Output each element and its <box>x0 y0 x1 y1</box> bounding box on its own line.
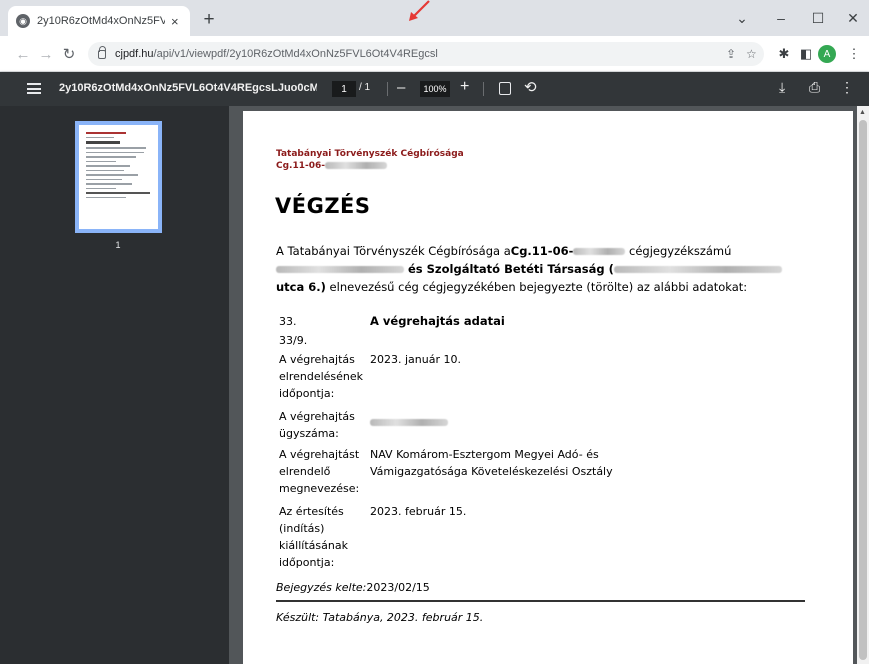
court-header: Tatabányai Törvényszék Cégbírósága Cg.11… <box>276 148 464 172</box>
url-path: /api/v1/viewpdf/2y10R6zOtMd4xOnNz5FVL6Ot… <box>153 48 438 60</box>
redacted-block <box>613 266 782 273</box>
redacted-block <box>573 248 626 255</box>
row-value: 2023. január 10. <box>370 353 461 366</box>
pdf-more-icon[interactable]: ⋮ <box>840 79 854 96</box>
url-host: cjpdf.hu <box>115 48 154 60</box>
made-at: Készült: Tatabánya, 2023. február 15. <box>276 611 484 624</box>
maximize-button[interactable]: ☐ <box>803 8 833 28</box>
toolbar-divider <box>387 82 388 96</box>
sidebar-toggle-icon[interactable] <box>27 83 41 94</box>
tab-title: 2y10R6zOtMd4xOnNz5FVL6Ot4V <box>37 15 165 27</box>
zoom-out-button[interactable]: – <box>397 79 405 96</box>
intro-part1: A Tatabányai Törvényszék Cégbírósága a <box>276 244 511 258</box>
sidepanel-icon[interactable]: ◧ <box>796 44 816 64</box>
zoom-in-button[interactable]: + <box>460 78 469 96</box>
entry-date-label: Bejegyzés kelte: <box>276 581 367 594</box>
back-icon[interactable]: ← <box>12 44 34 64</box>
red-arrow-annotation-icon <box>409 0 430 21</box>
redacted-block <box>325 162 387 169</box>
rotate-icon[interactable]: ⟲ <box>524 78 537 96</box>
address-bar[interactable]: cjpdf.hu/api/v1/viewpdf/2y10R6zOtMd4xOnN… <box>88 42 764 66</box>
scrollbar-thumb[interactable] <box>859 120 867 660</box>
intro-paragraph: A Tatabányai Törvényszék Cégbírósága aCg… <box>276 242 806 296</box>
pdf-title: 2y10R6zOtMd4xOnNz5FVL6Ot4V4REgcsLJuo0cME… <box>59 82 317 94</box>
viewer-scrollbar[interactable]: ▲ <box>857 106 869 664</box>
row-label: A végrehajtás ügyszáma: <box>279 410 355 440</box>
section-number: 33. <box>279 315 297 328</box>
row-value: NAV Komárom-Esztergom Megyei Adó- és Vám… <box>370 448 613 478</box>
print-icon[interactable]: ⎙ <box>809 79 820 96</box>
star-icon[interactable]: ☆ <box>746 47 757 61</box>
page-number-input[interactable]: 1 <box>332 81 356 97</box>
redacted-block <box>276 266 404 273</box>
redacted-block <box>370 418 448 426</box>
entry-date-value: 2023/02/15 <box>366 581 430 594</box>
case-number-prefix: Cg.11-06- <box>276 161 325 171</box>
forward-icon[interactable]: → <box>35 44 57 64</box>
tab-search-icon[interactable]: ⌄ <box>727 8 757 28</box>
globe-icon: ◉ <box>16 14 30 28</box>
page-count: / 1 <box>359 82 371 93</box>
row-value-redacted <box>370 413 448 430</box>
browser-toolbar: ← → ↻ cjpdf.hu/api/v1/viewpdf/2y10R6zOtM… <box>0 36 869 72</box>
tab-close-icon[interactable]: × <box>171 14 179 29</box>
tab-strip: ◉ 2y10R6zOtMd4xOnNz5FVL6Ot4V × + ⌄ – ☐ ✕ <box>0 0 869 36</box>
profile-avatar[interactable]: A <box>818 45 836 63</box>
thumbnail-sidebar: 1 <box>0 106 229 664</box>
zoom-input[interactable]: 100% <box>420 81 450 97</box>
browser-tab[interactable]: ◉ 2y10R6zOtMd4xOnNz5FVL6Ot4V × <box>8 6 190 36</box>
reload-icon[interactable]: ↻ <box>58 44 80 64</box>
section-title: A végrehajtás adatai <box>370 314 505 328</box>
browser-window: ◉ 2y10R6zOtMd4xOnNz5FVL6Ot4V × + ⌄ – ☐ ✕… <box>0 0 869 664</box>
thumbnail-page-label: 1 <box>115 240 121 250</box>
browser-menu-icon[interactable]: ⋮ <box>844 44 864 64</box>
entry-date: Bejegyzés kelte:2023/02/15 <box>276 579 430 596</box>
intro-address-end: utca 6.) <box>276 280 326 294</box>
intro-part2: cégjegyzékszámú <box>625 244 732 258</box>
row-label: Az értesítés (indítás) kiállításának idő… <box>279 505 348 569</box>
download-icon[interactable]: ⤓ <box>779 79 785 96</box>
case-number: Cg.11-06- <box>276 160 464 172</box>
fit-page-icon[interactable] <box>499 82 511 95</box>
minimize-button[interactable]: – <box>766 8 796 28</box>
document-heading: VÉGZÉS <box>275 194 371 218</box>
subsection-number: 33/9. <box>279 334 308 347</box>
url-text: cjpdf.hu/api/v1/viewpdf/2y10R6zOtMd4xOnN… <box>115 48 438 60</box>
row-value: 2023. február 15. <box>370 505 467 518</box>
court-name: Tatabányai Törvényszék Cégbírósága <box>276 149 464 159</box>
share-icon[interactable]: ⇪ <box>726 47 736 61</box>
page-thumbnail[interactable] <box>75 121 162 233</box>
new-tab-button[interactable]: + <box>197 8 221 32</box>
pdf-toolbar: 2y10R6zOtMd4xOnNz5FVL6Ot4V4REgcsLJuo0cME… <box>0 72 869 106</box>
row-label: A végrehajtás elrendelésének időpontja: <box>279 353 364 400</box>
toolbar-divider <box>483 82 484 96</box>
row-label: A végrehajtást elrendelő megnevezése: <box>279 448 360 495</box>
document-divider <box>276 600 805 602</box>
extensions-icon[interactable]: ✱ <box>774 44 794 64</box>
intro-case-prefix: Cg.11-06- <box>510 244 574 258</box>
close-window-button[interactable]: ✕ <box>838 8 868 28</box>
lock-icon <box>98 45 106 59</box>
scroll-up-icon[interactable]: ▲ <box>859 109 866 116</box>
intro-company-suffix: és Szolgáltató Betéti Társaság ( <box>404 262 614 276</box>
intro-part3: elnevezésű cég cégjegyzékében bejegyezte… <box>325 280 748 294</box>
